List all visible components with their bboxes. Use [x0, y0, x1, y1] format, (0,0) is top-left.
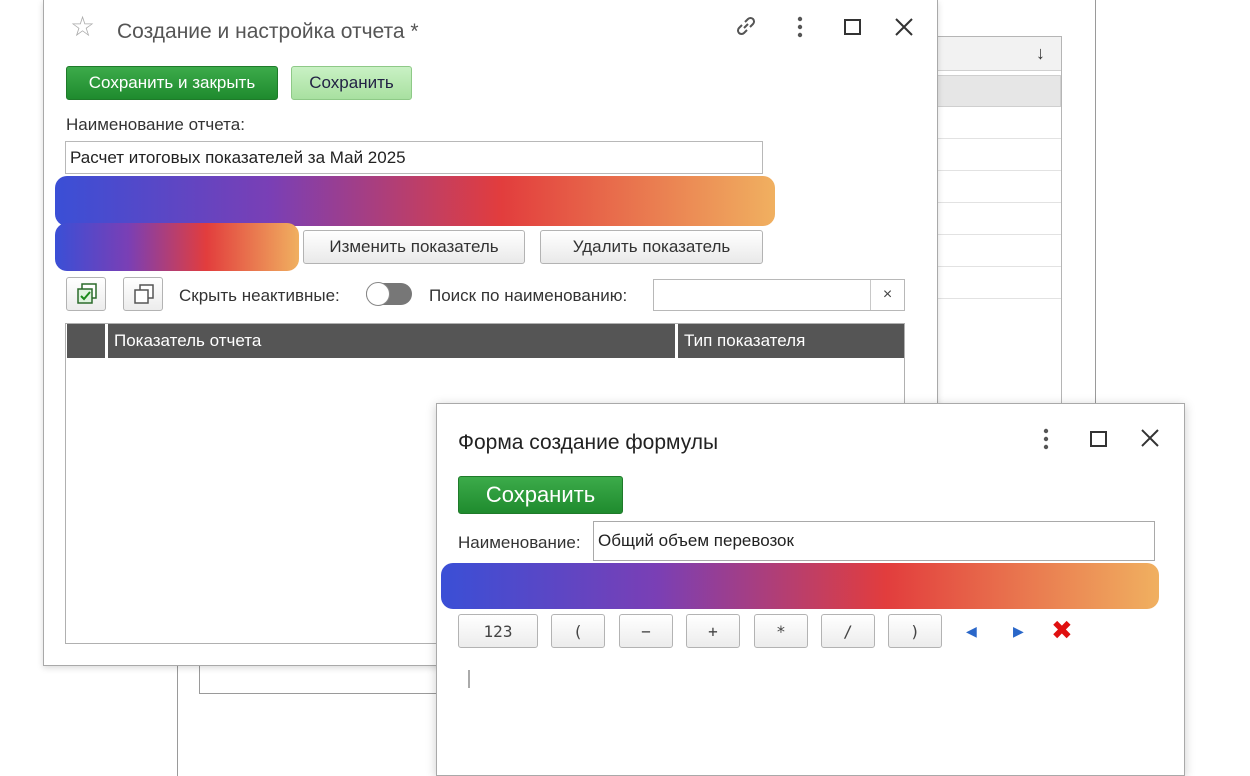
- table-row[interactable]: [937, 235, 1061, 267]
- table-row[interactable]: [937, 267, 1061, 299]
- hide-inactive-label: Скрыть неактивные:: [179, 286, 340, 305]
- divide-button[interactable]: /: [821, 614, 875, 648]
- column-header-type[interactable]: Тип показателя: [678, 324, 904, 358]
- table-row[interactable]: [937, 171, 1061, 203]
- clear-icon[interactable]: ×: [870, 280, 904, 310]
- maximize-icon[interactable]: [1089, 429, 1109, 453]
- minus-button[interactable]: −: [619, 614, 673, 648]
- column-header-indicator[interactable]: Показатель отчета: [108, 324, 675, 358]
- search-input[interactable]: [653, 279, 905, 311]
- indicator-label: Показатель:: [458, 576, 554, 595]
- copy-icon: [133, 283, 155, 310]
- add-indicator-button[interactable]: Добавить показатель: [67, 230, 287, 264]
- arrow-left-icon[interactable]: ◀: [966, 623, 977, 640]
- arrow-right-icon[interactable]: ▶: [1013, 623, 1024, 640]
- check-all-icon: [76, 283, 98, 310]
- save-button[interactable]: Сохранить: [291, 66, 412, 100]
- window-title: Создание и настройка отчета *: [117, 20, 419, 43]
- multiply-button[interactable]: *: [754, 614, 808, 648]
- background-table-header: ↓: [937, 37, 1061, 71]
- background-table: ↓: [937, 36, 1062, 436]
- close-icon[interactable]: [1139, 427, 1161, 453]
- table-header-marker: [67, 324, 105, 358]
- report-name-label: Наименование отчета:: [66, 115, 245, 134]
- search-label: Поиск по наименованию:: [429, 286, 628, 305]
- sort-down-icon[interactable]: ↓: [1036, 43, 1045, 64]
- filter-select-value: Собственные: [320, 191, 427, 210]
- indicator-select[interactable]: [597, 570, 1150, 602]
- link-icon[interactable]: [733, 13, 759, 43]
- star-icon[interactable]: ☆: [70, 10, 95, 43]
- check-all-button[interactable]: [66, 277, 106, 311]
- red-x-icon[interactable]: ✖: [1051, 615, 1073, 646]
- chevron-down-icon[interactable]: ▼: [1116, 571, 1150, 601]
- formula-text-area[interactable]: [458, 655, 1158, 755]
- close-paren-button[interactable]: ): [888, 614, 942, 648]
- filter-select[interactable]: Собственные: [315, 185, 761, 217]
- chevron-down-icon[interactable]: ▼: [727, 186, 761, 216]
- toggle-knob: [366, 282, 390, 306]
- more-vertical-icon[interactable]: [1036, 427, 1056, 455]
- formula-name-field[interactable]: Общий объем перевозок: [593, 521, 1155, 561]
- numeric-button[interactable]: 123: [458, 614, 538, 648]
- edit-indicator-button[interactable]: Изменить показатель: [303, 230, 525, 264]
- delete-indicator-button[interactable]: Удалить показатель: [540, 230, 763, 264]
- report-name-field[interactable]: Расчет итоговых показателей за Май 2025: [65, 141, 763, 174]
- table-row[interactable]: [937, 203, 1061, 235]
- save-and-close-button[interactable]: Сохранить и закрыть: [66, 66, 278, 100]
- formula-name-label: Наименование:: [458, 533, 581, 552]
- maximize-icon[interactable]: [843, 17, 863, 41]
- filter-label: Фильтр по типу показателя:: [66, 191, 284, 210]
- formula-save-button[interactable]: Сохранить: [458, 476, 623, 514]
- hide-inactive-toggle[interactable]: [366, 282, 412, 306]
- table-row[interactable]: [937, 75, 1061, 107]
- close-icon[interactable]: [893, 16, 915, 42]
- copy-button[interactable]: [123, 277, 163, 311]
- plus-button[interactable]: +: [686, 614, 740, 648]
- table-row[interactable]: [937, 139, 1061, 171]
- table-row[interactable]: [937, 107, 1061, 139]
- formula-window-title: Форма создание формулы: [458, 431, 719, 454]
- more-vertical-icon[interactable]: [790, 14, 810, 44]
- open-paren-button[interactable]: (: [551, 614, 605, 648]
